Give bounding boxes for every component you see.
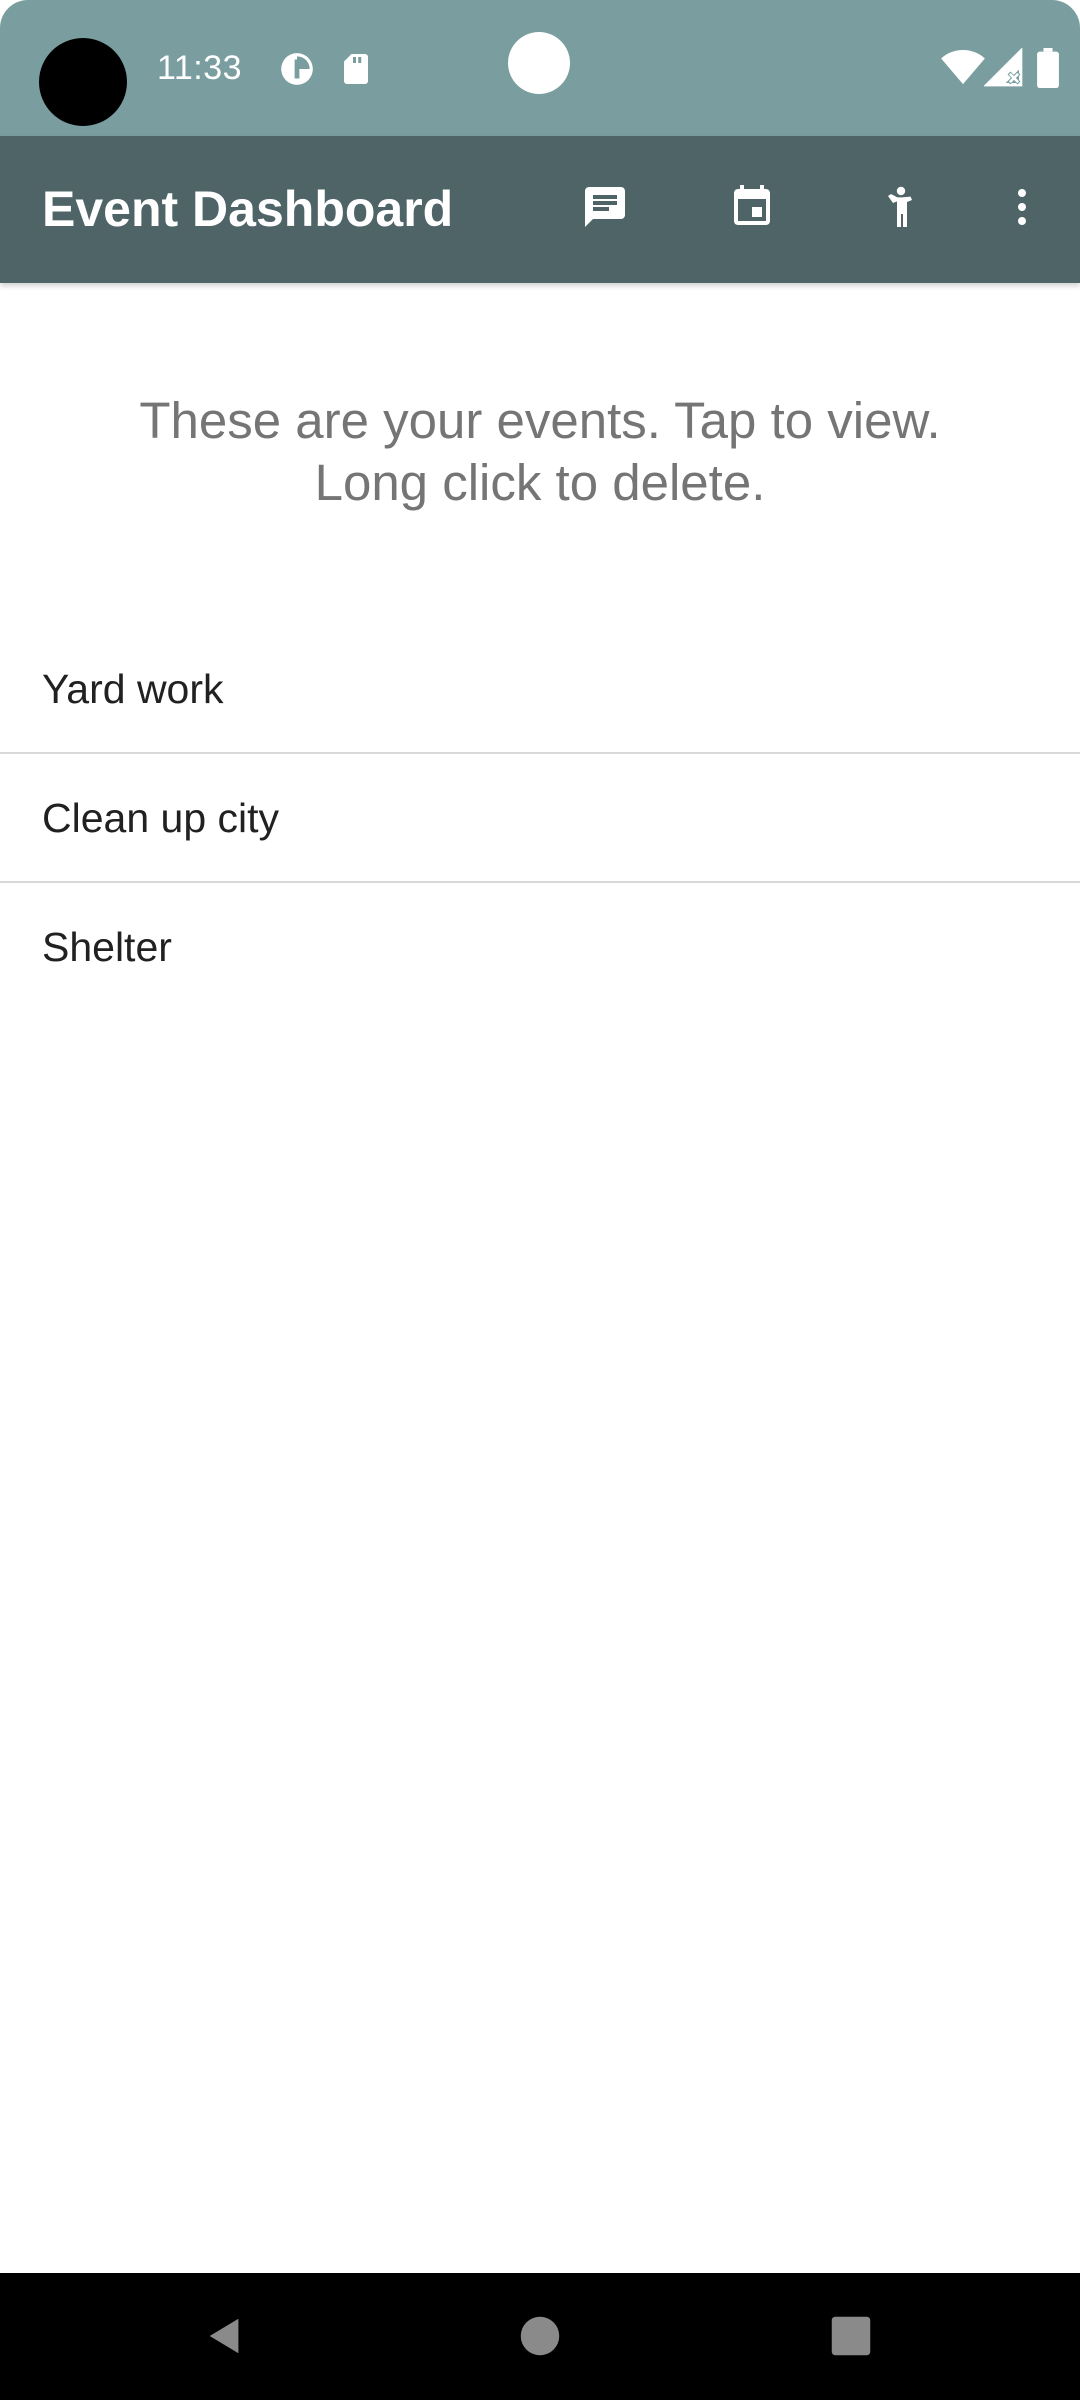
notification-dot	[508, 32, 570, 94]
recents-icon	[830, 2315, 872, 2362]
home-button[interactable]	[495, 2293, 585, 2383]
sd-card-icon	[338, 50, 374, 93]
volunteer-person-icon	[876, 183, 924, 236]
page-title: Event Dashboard	[42, 181, 454, 237]
event-item-shelter[interactable]: Shelter	[0, 883, 1080, 1012]
instructions-line-1: These are your events. Tap to view.	[139, 392, 941, 449]
calendar-icon	[728, 183, 776, 236]
event-item-clean-up-city[interactable]: Clean up city	[0, 754, 1080, 883]
messages-button[interactable]	[563, 167, 647, 251]
event-list: Yard work Clean up city Shelter	[0, 625, 1080, 1012]
wifi-icon	[940, 48, 986, 91]
message-icon	[581, 183, 629, 236]
event-item-yard-work[interactable]: Yard work	[0, 625, 1080, 754]
instructions-text: These are your events. Tap to view. Long…	[60, 390, 1020, 514]
status-bar: 11:33	[0, 0, 1080, 136]
overflow-menu-button[interactable]	[980, 167, 1064, 251]
recents-button[interactable]	[806, 2293, 896, 2383]
camera-cutout	[39, 38, 127, 126]
calendar-button[interactable]	[710, 167, 794, 251]
cellular-no-signal-icon	[983, 47, 1024, 93]
app-bar: Event Dashboard	[0, 136, 1080, 283]
status-time: 11:33	[157, 49, 243, 87]
navigation-bar	[0, 2273, 1080, 2400]
back-icon	[202, 2313, 248, 2364]
back-button[interactable]	[180, 2293, 270, 2383]
data-saver-icon	[278, 50, 316, 93]
instructions-line-2: Long click to delete.	[314, 454, 766, 511]
home-icon	[519, 2315, 561, 2362]
screen: 11:33 Event Dashboard These are your eve…	[0, 0, 1080, 2400]
overflow-menu-icon	[998, 183, 1046, 236]
volunteer-button[interactable]	[858, 167, 942, 251]
battery-icon	[1036, 48, 1060, 93]
